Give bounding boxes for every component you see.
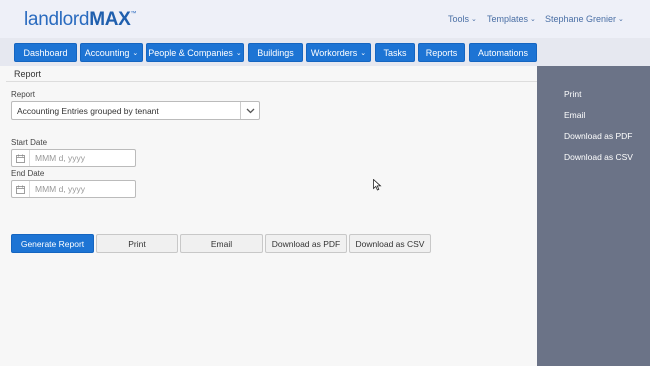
end-date-placeholder: MMM d, yyyy <box>35 184 86 194</box>
logo-tm: ™ <box>130 11 137 17</box>
nav-automations[interactable]: Automations <box>469 43 537 62</box>
nav-workorders[interactable]: Workorders ⌄ <box>306 43 371 62</box>
email-button[interactable]: Email <box>180 234 263 253</box>
nav-people-companies[interactable]: People & Companies ⌄ <box>146 43 244 62</box>
generate-report-button[interactable]: Generate Report <box>11 234 94 253</box>
page-title: Report <box>14 69 42 79</box>
chevron-down-icon: ⌄ <box>132 49 139 57</box>
side-download-csv-link[interactable]: Download as CSV <box>564 152 633 162</box>
download-pdf-label: Download as PDF <box>271 238 341 249</box>
side-print-link[interactable]: Print <box>564 89 581 99</box>
nav-tasks-label: Tasks <box>383 47 407 58</box>
chevron-down-icon: ⌄ <box>530 16 536 23</box>
report-label: Report <box>11 90 36 99</box>
start-date-label: Start Date <box>11 138 48 147</box>
chevron-down-icon: ⌄ <box>360 49 367 57</box>
end-date-input[interactable]: MMM d, yyyy <box>11 180 136 198</box>
report-select-value: Accounting Entries grouped by tenant <box>17 106 159 116</box>
nav-reports[interactable]: Reports <box>418 43 465 62</box>
calendar-icon[interactable] <box>12 150 30 166</box>
topnav-tools[interactable]: Tools ⌄ <box>448 14 477 24</box>
side-panel: Print Email Download as PDF Download as … <box>537 66 650 366</box>
topnav-templates-label: Templates <box>487 14 529 24</box>
end-date-label: End Date <box>11 169 45 178</box>
nav-dashboard[interactable]: Dashboard <box>14 43 77 62</box>
nav-workorders-label: Workorders <box>310 47 358 58</box>
side-download-pdf-link[interactable]: Download as PDF <box>564 131 633 141</box>
main-nav: Dashboard Accounting ⌄ People & Companies… <box>0 38 650 66</box>
topnav-templates[interactable]: Templates ⌄ <box>487 14 536 24</box>
topnav-user-label: Stephane Grenier <box>545 14 617 24</box>
chevron-down-icon[interactable] <box>240 102 259 119</box>
side-email-link[interactable]: Email <box>564 110 585 120</box>
topnav-tools-label: Tools <box>448 14 470 24</box>
logo[interactable]: landlordMAX™ <box>24 9 137 31</box>
calendar-icon[interactable] <box>12 181 30 197</box>
start-date-placeholder: MMM d, yyyy <box>35 153 86 163</box>
start-date-input[interactable]: MMM d, yyyy <box>11 149 136 167</box>
nav-automations-label: Automations <box>477 47 529 58</box>
nav-buildings-label: Buildings <box>257 47 294 58</box>
email-label: Email <box>210 238 233 249</box>
nav-accounting-label: Accounting <box>84 47 130 58</box>
chevron-down-icon: ⌄ <box>471 16 477 23</box>
logo-light: landlord <box>24 9 90 30</box>
nav-dashboard-label: Dashboard <box>23 47 68 58</box>
download-csv-button[interactable]: Download as CSV <box>349 234 431 253</box>
logo-bold: MAX <box>89 9 131 30</box>
nav-buildings[interactable]: Buildings <box>248 43 303 62</box>
generate-report-label: Generate Report <box>20 238 85 249</box>
download-pdf-button[interactable]: Download as PDF <box>265 234 347 253</box>
report-select[interactable]: Accounting Entries grouped by tenant <box>11 101 260 120</box>
topnav-user[interactable]: Stephane Grenier ⌄ <box>545 14 624 24</box>
nav-people-label: People & Companies <box>148 47 233 58</box>
chevron-down-icon: ⌄ <box>235 49 242 57</box>
divider <box>6 81 537 82</box>
chevron-down-icon: ⌄ <box>618 16 624 23</box>
print-label: Print <box>128 238 146 249</box>
mouse-cursor-icon <box>373 178 382 193</box>
nav-reports-label: Reports <box>425 47 458 58</box>
download-csv-label: Download as CSV <box>355 238 425 249</box>
nav-accounting[interactable]: Accounting ⌄ <box>80 43 143 62</box>
print-button[interactable]: Print <box>96 234 178 253</box>
top-bar: landlordMAX™ Tools ⌄ Templates ⌄ Stephan… <box>0 0 650 38</box>
nav-tasks[interactable]: Tasks <box>375 43 415 62</box>
